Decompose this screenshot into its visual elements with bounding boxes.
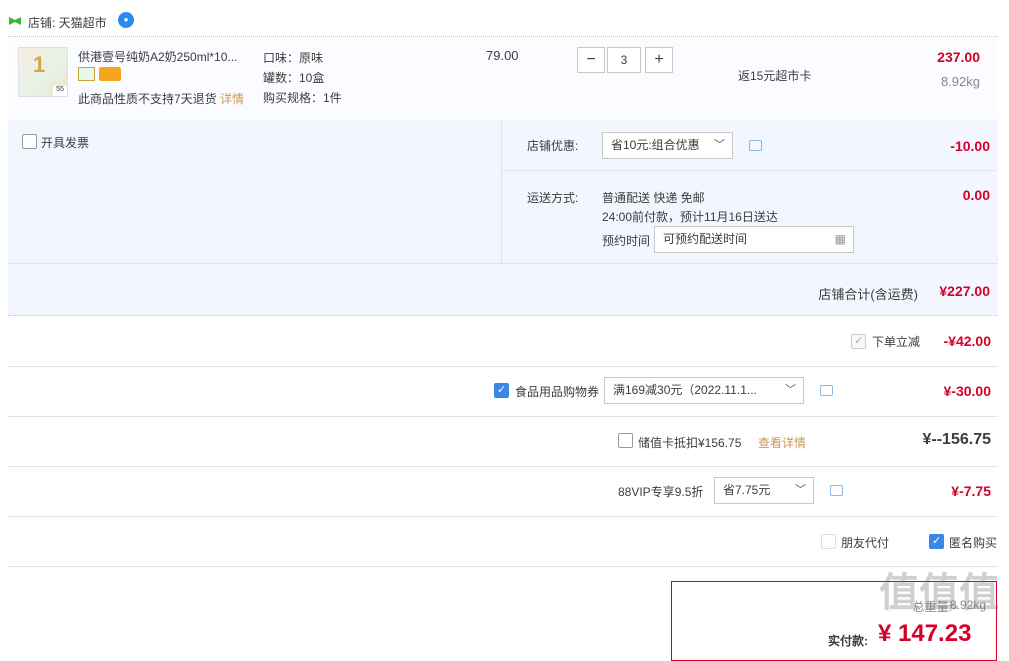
unit-price: 79.00 (486, 48, 519, 63)
decrease-button[interactable]: − (577, 47, 605, 73)
coupon-amount: ¥-30.00 (943, 383, 991, 399)
increase-button[interactable]: + (645, 47, 673, 73)
friend-pay-label: 朋友代付 (841, 536, 890, 550)
message-icon[interactable] (830, 485, 843, 496)
chat-icon[interactable]: ● (118, 12, 134, 28)
chevron-down-icon: ﹀ (795, 484, 806, 496)
shipping-amount: 0.00 (962, 187, 990, 203)
quantity-input[interactable]: 3 (607, 47, 641, 73)
message-icon[interactable] (820, 385, 833, 396)
order-discount-label: 下单立减 (872, 335, 921, 349)
vip-amount: ¥-7.75 (951, 483, 991, 499)
chevron-down-icon: ﹀ (785, 384, 796, 396)
product-title[interactable]: 供港壹号纯奶A2奶250ml*10... (78, 48, 254, 65)
divider (502, 170, 996, 171)
divider (501, 120, 502, 263)
product-thumbnail[interactable]: 1 55 (18, 47, 68, 97)
attr-count: 罐数：10盒 (263, 71, 325, 85)
store-header: 店铺: 天猫超市 ● (0, 0, 1009, 40)
stored-card-checkbox[interactable] (618, 433, 633, 448)
order-discount-amount: -¥42.00 (943, 333, 991, 349)
chevron-down-icon: ﹀ (714, 139, 725, 151)
anonymous-label: 匿名购买 (949, 536, 998, 550)
store-total-label: 店铺合计(含运费) (818, 287, 918, 302)
pay-label: 实付款: (828, 634, 868, 648)
store-discount-label: 店铺优惠: (527, 139, 579, 153)
anonymous-checkbox[interactable] (929, 534, 944, 549)
watermark: 值值值 (879, 571, 999, 615)
item-weight: 8.92kg (940, 74, 980, 89)
store-discount-select[interactable]: 省10元:组合优惠 ﹀ (602, 132, 733, 159)
stored-card-amount: ¥--156.75 (922, 431, 992, 448)
divider (8, 566, 998, 567)
details-link[interactable]: 详情 (220, 92, 244, 106)
divider (8, 263, 998, 264)
shipping-method: 普通配送 快递 免邮 (602, 191, 705, 205)
reserve-time-input[interactable]: 可预约配送时间 ▦ (654, 226, 854, 253)
coupon-select[interactable]: 满169减30元（2022.11.1... ﹀ (604, 377, 804, 404)
store-options-panel: 开具发票 店铺优惠: 省10元:组合优惠 ﹀ -10.00 运送方式: 普通配送 … (8, 120, 998, 316)
coupon-checkbox[interactable] (494, 383, 509, 398)
stored-card-details-link[interactable]: 查看详情 (758, 434, 806, 451)
reserve-label: 预约时间 (602, 234, 651, 248)
service-tag-icon (78, 67, 95, 81)
attr-flavor: 口味：原味 (263, 51, 324, 65)
invoice-label: 开具发票 (41, 136, 90, 150)
vip-label: 88VIP专享9.5折 (618, 485, 704, 499)
item-subtotal: 237.00 (937, 49, 980, 65)
attr-spec: 购买规格：1件 (263, 91, 342, 105)
divider (8, 366, 998, 367)
cashback-label: 返15元超市卡 (738, 69, 812, 83)
store-discount-amount: -10.00 (950, 138, 990, 154)
divider (8, 416, 998, 417)
coupon-label: 食品用品购物券 (515, 385, 600, 399)
store-name[interactable]: 店铺: 天猫超市 (28, 14, 107, 31)
divider (8, 516, 998, 517)
message-icon[interactable] (749, 140, 762, 151)
vip-select[interactable]: 省7.75元 ﹀ (714, 477, 814, 504)
shipping-label: 运送方式: (527, 191, 579, 205)
store-icon (9, 17, 21, 25)
shipping-eta: 24:00前付款，预计11月16日送达 (602, 210, 778, 224)
invoice-checkbox[interactable] (22, 134, 37, 149)
friend-pay-checkbox[interactable] (821, 534, 836, 549)
card-tag-icon (99, 67, 121, 81)
pay-amount: ¥ 147.23 (878, 620, 972, 647)
store-total-amount: ¥227.00 (939, 283, 990, 299)
order-discount-checkbox (851, 334, 866, 349)
thumbnail-badge: 55 (53, 86, 67, 96)
calendar-icon: ▦ (834, 232, 846, 246)
stored-card-label: 储值卡抵扣¥156.75 (638, 436, 742, 450)
item-row: 1 55 供港壹号纯奶A2奶250ml*10... 此商品性质不支持7天退货 详… (8, 37, 998, 119)
no-return-notice: 此商品性质不支持7天退货 详情 (78, 92, 245, 106)
divider (8, 466, 998, 467)
